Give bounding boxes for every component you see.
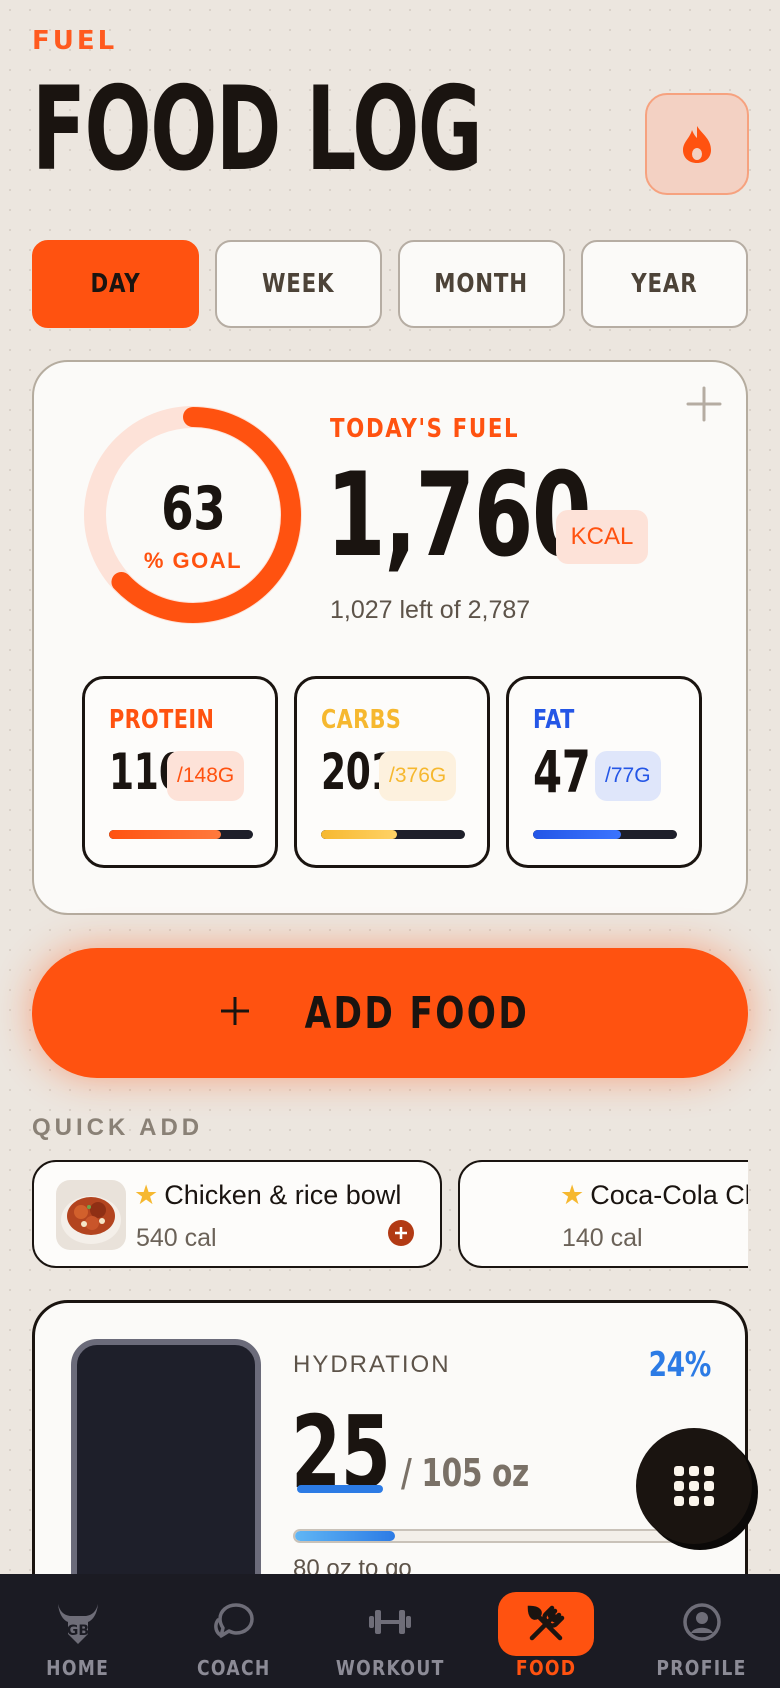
- macro-goal-badge: /77G: [595, 751, 661, 801]
- plus-icon: [686, 386, 722, 422]
- streak-button[interactable]: [645, 93, 749, 195]
- tab-year[interactable]: YEAR: [581, 240, 748, 328]
- nav-workout[interactable]: WORKOUT: [312, 1574, 468, 1688]
- flame-icon: [683, 126, 711, 163]
- macro-name: PROTEIN: [109, 705, 215, 735]
- quick-add-plus-button[interactable]: [388, 1220, 414, 1246]
- macro-goal-badge: /376G: [379, 751, 457, 801]
- add-entry-button[interactable]: [684, 386, 724, 426]
- quick-add-item[interactable]: ★ Chicken & rice bowl 540 cal: [32, 1160, 442, 1268]
- daily-summary-card: 63 % GOAL TODAY'S FUEL 1,760 KCAL 1,027 …: [32, 360, 748, 915]
- quick-add-item[interactable]: ★Coca-Cola Classic 140 cal: [458, 1160, 748, 1268]
- hydration-value-underline: [297, 1485, 383, 1493]
- user-circle-icon: [682, 1596, 722, 1648]
- macro-card-protein[interactable]: PROTEIN 116 /148G: [82, 676, 278, 868]
- kcal-unit-badge: KCAL: [556, 510, 648, 564]
- macro-goal-badge: /148G: [167, 751, 245, 801]
- quick-add-name: ★ Chicken & rice bowl: [134, 1180, 402, 1210]
- tab-month[interactable]: MONTH: [398, 240, 565, 328]
- dumbbell-icon: [367, 1596, 413, 1648]
- quick-add-name: ★Coca-Cola Classic: [560, 1180, 748, 1210]
- goal-percent-label: % GOAL: [143, 548, 243, 573]
- nav-label: COACH: [197, 1656, 271, 1680]
- macro-progress-bar: [321, 830, 465, 839]
- food-thumbnail: [56, 1180, 126, 1250]
- macros-row: PROTEIN 116 /148G CARBS 201 /376G FAT 47…: [82, 676, 702, 868]
- hydration-progress-bar: [293, 1529, 713, 1543]
- plus-icon: [219, 988, 251, 1038]
- chat-bubble-icon: [212, 1596, 256, 1648]
- nav-home[interactable]: GB HOME: [0, 1574, 156, 1688]
- quick-add-calories: 140 cal: [562, 1224, 643, 1252]
- add-food-button[interactable]: ADD FOOD: [32, 948, 748, 1078]
- hydration-percent: 24%: [648, 1345, 712, 1385]
- goal-percent-value: 63: [160, 474, 226, 544]
- todays-fuel-label: TODAY'S FUEL: [330, 414, 520, 444]
- nav-label: FOOD: [515, 1656, 577, 1680]
- menu-fab-button[interactable]: [636, 1428, 752, 1544]
- page-title: FOOD LOG: [32, 62, 483, 197]
- macro-progress-bar: [109, 830, 253, 839]
- quick-add-row: ★ Chicken & rice bowl 540 cal ★ Coca-Cola …: [32, 1160, 748, 1268]
- nav-label: HOME: [46, 1656, 110, 1680]
- macro-name: FAT: [533, 705, 575, 735]
- macro-card-carbs[interactable]: CARBS 201 /376G: [294, 676, 490, 868]
- hydration-label: HYDRATION: [293, 1351, 451, 1378]
- macro-card-fat[interactable]: FAT 47 /77G: [506, 676, 702, 868]
- nav-coach[interactable]: COACH: [156, 1574, 312, 1688]
- macro-name: CARBS: [321, 705, 402, 735]
- page-eyebrow: FUEL: [32, 26, 118, 56]
- calories-remaining: 1,027 left of 2,787: [330, 596, 531, 624]
- nav-food[interactable]: FOOD: [468, 1574, 624, 1688]
- add-food-label: ADD FOOD: [304, 987, 530, 1039]
- quick-add-calories: 540 cal: [136, 1224, 217, 1252]
- quick-add-title: QUICK ADD: [32, 1114, 204, 1141]
- star-icon: ★: [134, 1180, 159, 1210]
- tab-week[interactable]: WEEK: [215, 240, 382, 328]
- bull-logo-icon: GB: [54, 1596, 102, 1648]
- nav-label: WORKOUT: [335, 1656, 445, 1680]
- svg-text:GB: GB: [67, 1623, 89, 1639]
- macro-progress-bar: [533, 830, 677, 839]
- star-icon: ★: [560, 1180, 585, 1210]
- grid-menu-icon: [674, 1466, 714, 1506]
- period-tabs: DAY WEEK MONTH YEAR: [32, 240, 748, 328]
- bottom-nav: GB HOME COACH WORKOUT FOOD PROFILE: [0, 1574, 780, 1688]
- tab-day[interactable]: DAY: [32, 240, 199, 328]
- nav-label: PROFILE: [656, 1656, 748, 1680]
- plus-icon: [395, 1227, 407, 1239]
- fork-knife-icon: [498, 1592, 594, 1656]
- nav-profile[interactable]: PROFILE: [624, 1574, 780, 1688]
- hydration-goal: / 105 oz: [401, 1451, 529, 1495]
